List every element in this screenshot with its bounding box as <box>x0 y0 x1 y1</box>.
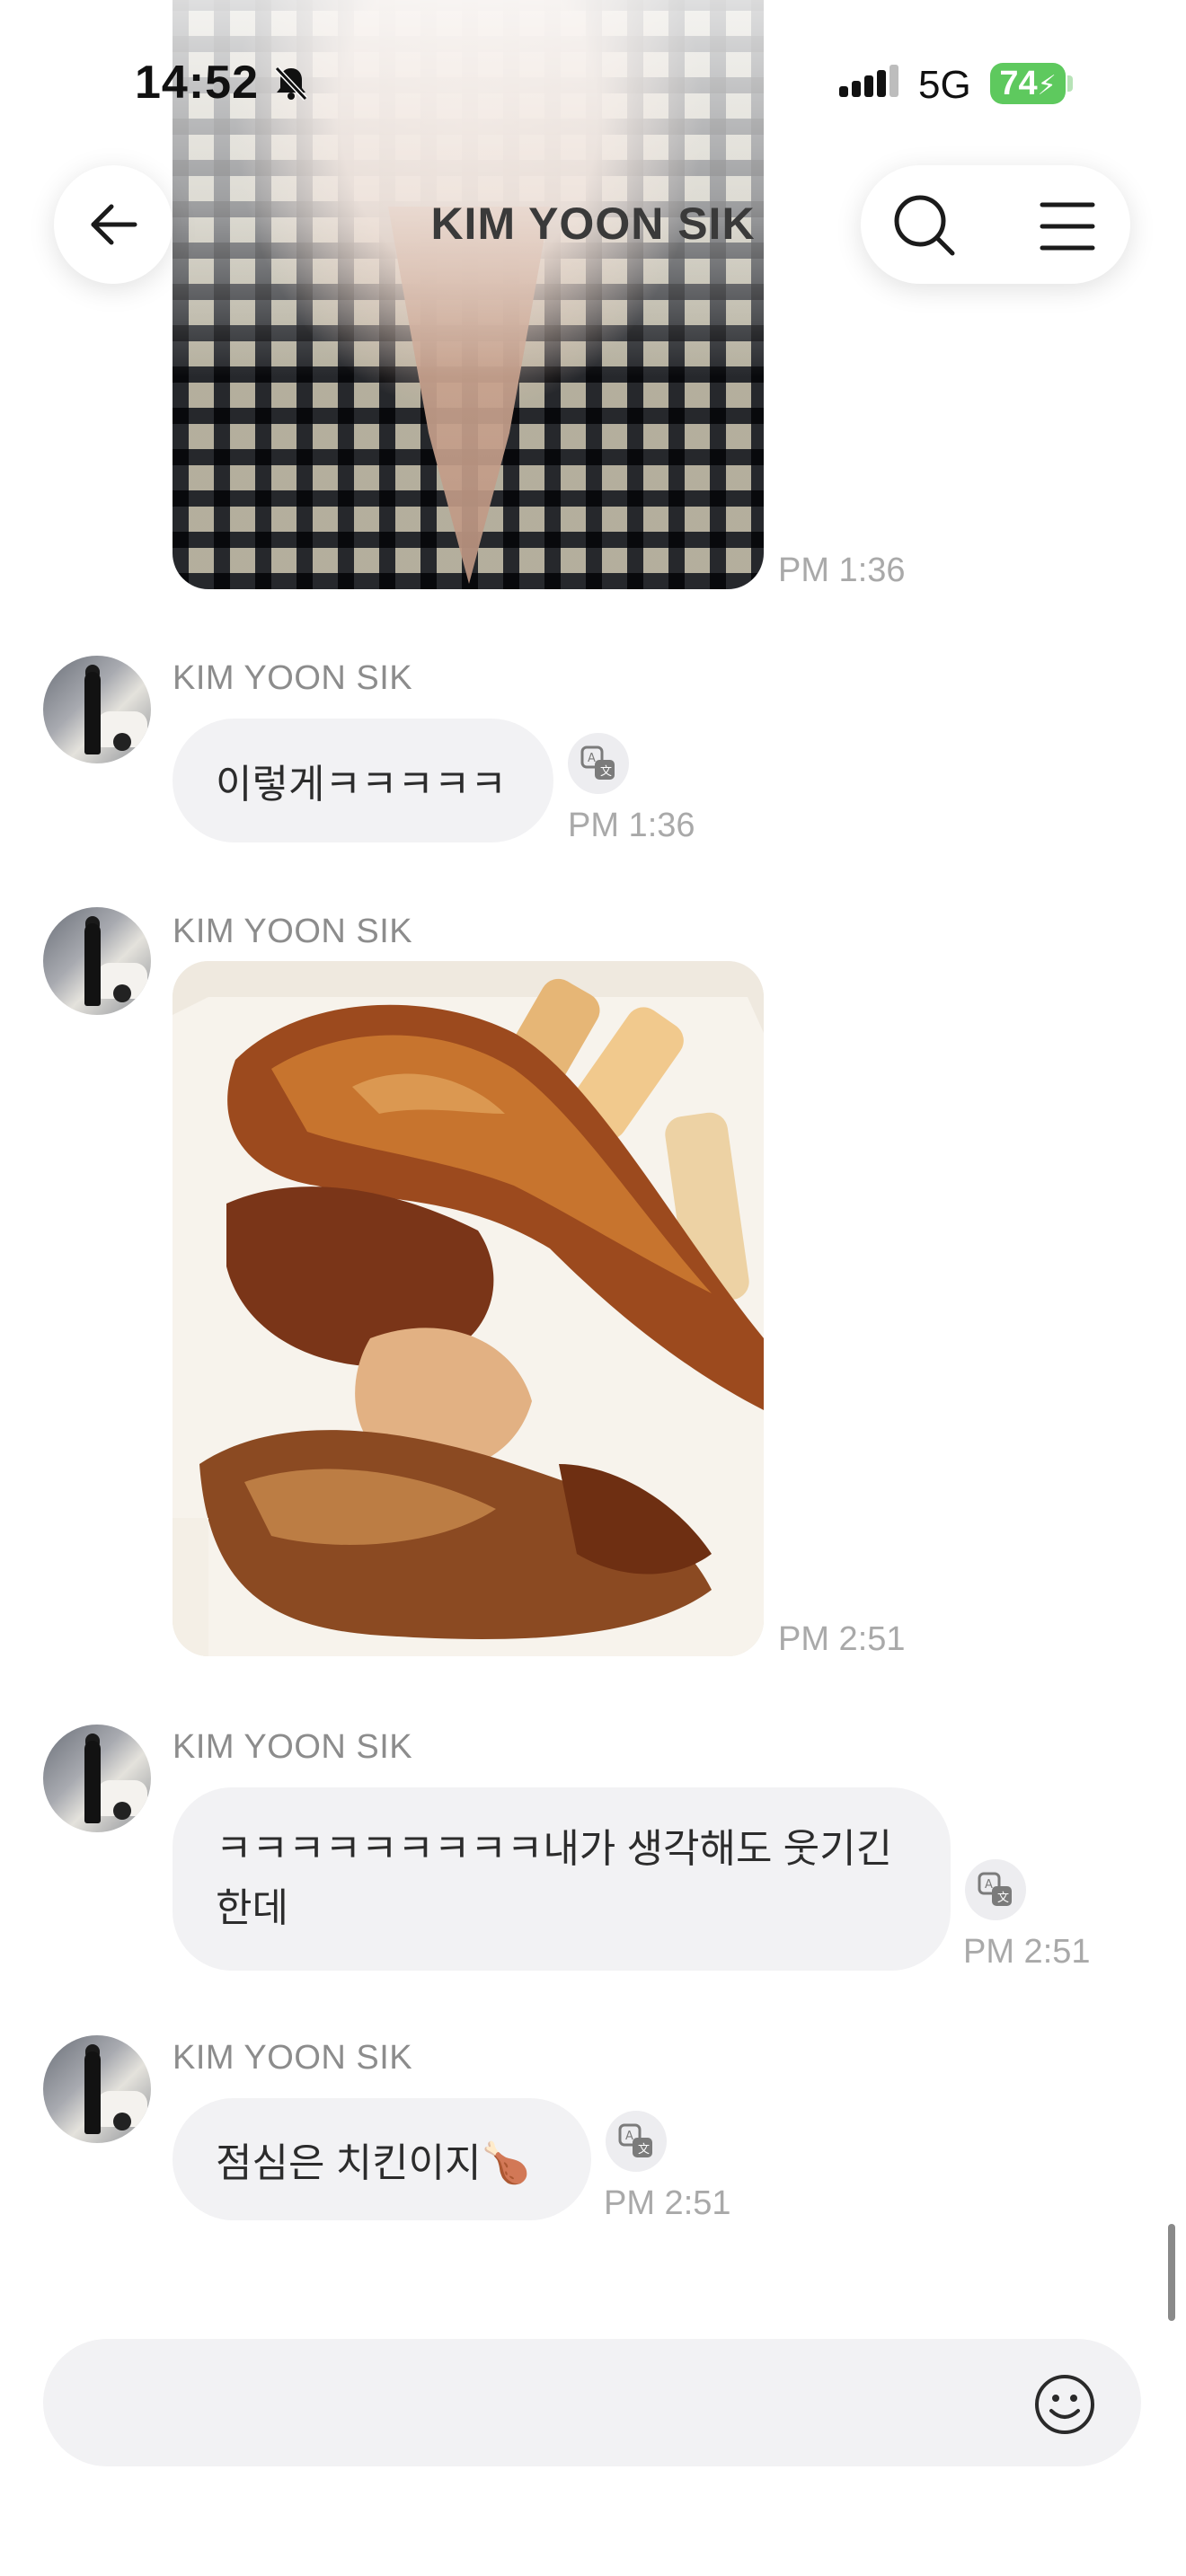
translate-button[interactable]: A 文 <box>965 1859 1026 1920</box>
signal-icon <box>839 65 898 97</box>
translate-icon: A 文 <box>978 1872 1012 1906</box>
message-input[interactable] <box>86 2380 356 2423</box>
emoji-icon[interactable] <box>1033 2373 1096 2436</box>
chicken-photo-art <box>173 961 764 1656</box>
message-bubble[interactable]: 점심은 치킨이지🍗 <box>173 2098 591 2220</box>
svg-text:A: A <box>588 752 596 765</box>
translate-icon: A 文 <box>618 2123 652 2157</box>
message-text: 점심은 치킨이지🍗 <box>216 2141 531 2185</box>
translate-button[interactable]: A 文 <box>606 2111 667 2172</box>
sender-name: KIM YOON SIK <box>173 913 413 950</box>
svg-text:A: A <box>625 2130 633 2143</box>
sender-name: KIM YOON SIK <box>173 1728 413 1766</box>
message-bubble[interactable]: 이렇게ㅋㅋㅋㅋㅋ <box>173 719 553 842</box>
message-time: PM 1:36 <box>568 807 695 844</box>
message-text: 이렇게ㅋㅋㅋㅋㅋ <box>216 763 507 807</box>
sender-avatar[interactable] <box>43 656 151 763</box>
svg-text:文: 文 <box>600 765 612 779</box>
network-type: 5G <box>918 63 971 107</box>
menu-icon[interactable] <box>1033 198 1102 255</box>
sender-avatar[interactable] <box>43 1725 151 1832</box>
translate-button[interactable]: A 文 <box>568 733 629 794</box>
battery-tip <box>1067 75 1073 92</box>
sender-name: KIM YOON SIK <box>173 2039 413 2077</box>
svg-text:文: 文 <box>997 1892 1009 1905</box>
battery-indicator: 74⚡ <box>990 63 1066 104</box>
sender-name: KIM YOON SIK <box>173 659 413 697</box>
message-time: PM 2:51 <box>604 2184 731 2222</box>
sender-avatar[interactable] <box>43 2035 151 2143</box>
chat-title: KIM YOON SIK <box>430 198 756 249</box>
status-time: 14:52 <box>135 57 259 109</box>
svg-text:文: 文 <box>638 2143 650 2157</box>
message-time: PM 2:51 <box>778 1620 906 1658</box>
back-button[interactable] <box>54 165 173 284</box>
message-line: 한데 <box>216 1886 288 1930</box>
back-arrow-icon <box>91 204 137 245</box>
search-icon[interactable] <box>890 190 958 259</box>
battery-level: 74 <box>999 65 1038 102</box>
message-line: ㅋㅋㅋㅋㅋㅋㅋㅋㅋ내가 생각해도 웃기긴 <box>216 1827 893 1871</box>
translate-icon: A 文 <box>580 745 615 780</box>
sender-avatar[interactable] <box>43 907 151 1015</box>
bell-slash-icon <box>274 66 308 101</box>
svg-text:A: A <box>985 1878 993 1892</box>
message-bubble[interactable]: ㅋㅋㅋㅋㅋㅋㅋㅋㅋ내가 생각해도 웃기긴 한데 <box>173 1787 951 1971</box>
shared-photo-chicken[interactable] <box>173 961 764 1656</box>
scrollbar[interactable] <box>1168 2224 1175 2321</box>
message-time: PM 2:51 <box>963 1933 1091 1971</box>
message-time: PM 1:36 <box>778 551 906 589</box>
